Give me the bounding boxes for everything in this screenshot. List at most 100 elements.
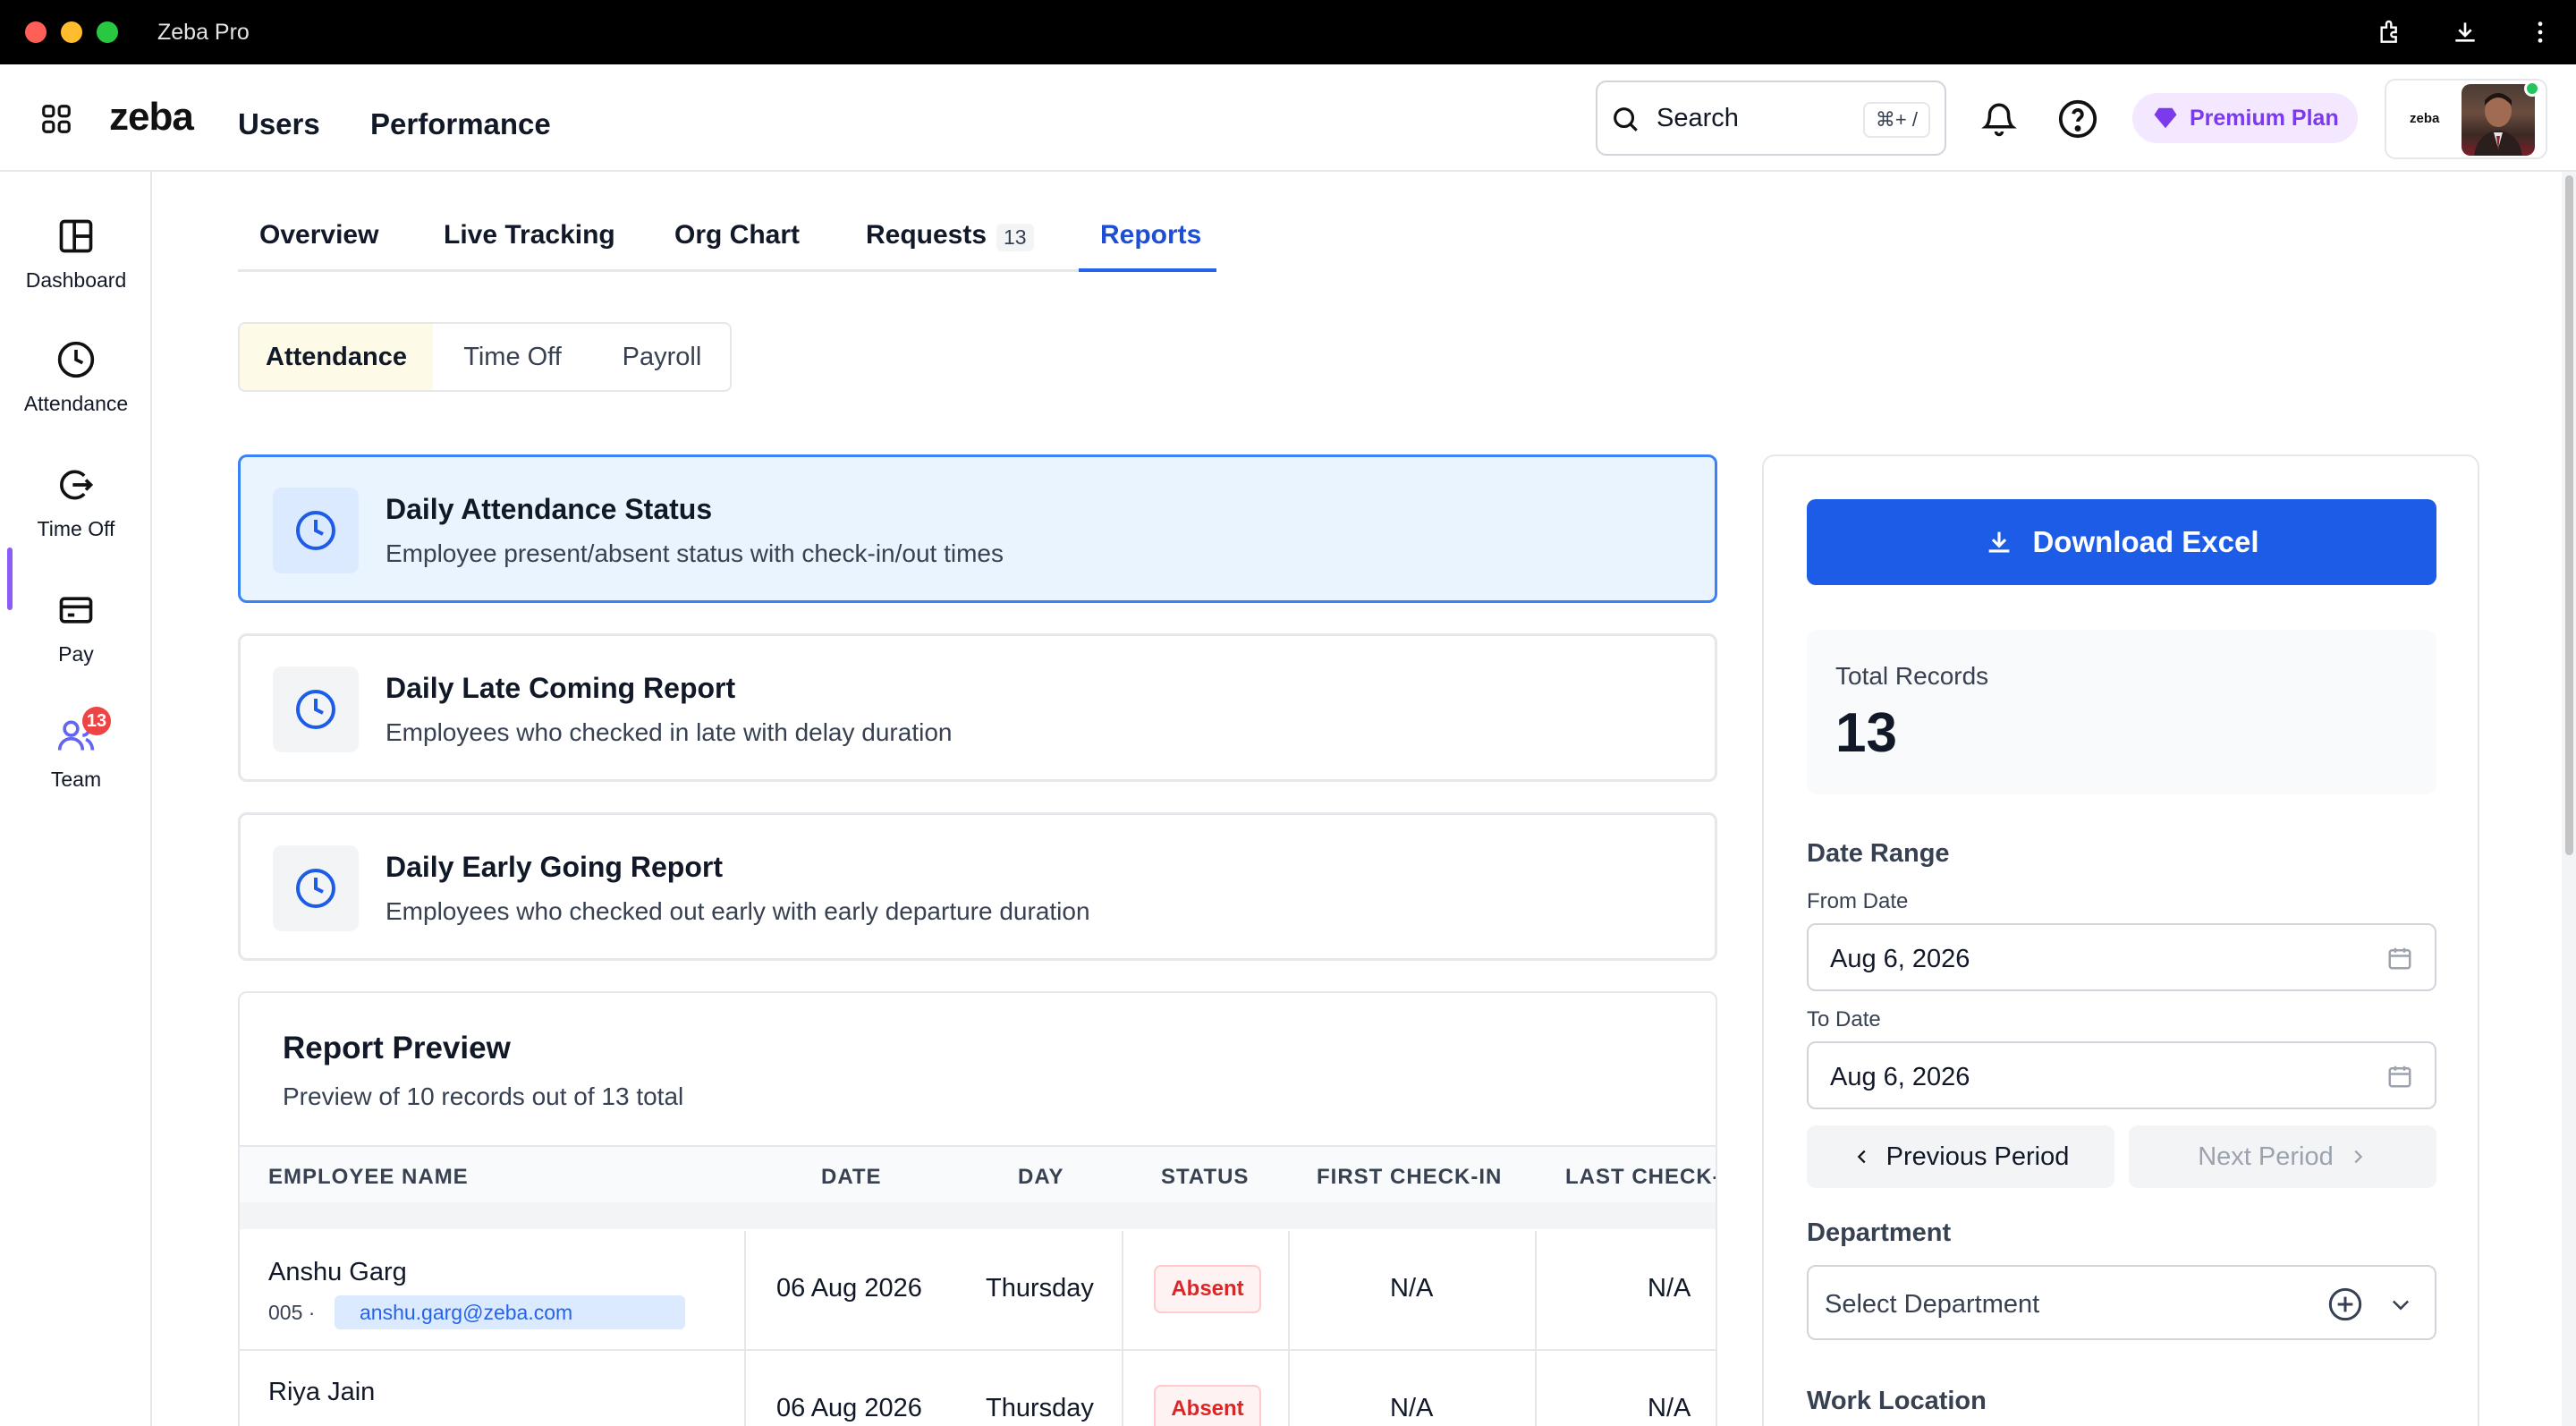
report-card-daily-late-coming[interactable]: Daily Late Coming Report Employees who c… (238, 633, 1717, 782)
column-divider (1535, 1231, 1537, 1351)
search-input[interactable]: Search ⌘+ / (1596, 81, 1946, 156)
premium-plan-button[interactable]: Premium Plan (2132, 93, 2358, 143)
tab-org-chart[interactable]: Org Chart (674, 220, 800, 250)
online-status-indicator (2524, 81, 2540, 97)
tab-requests[interactable]: Requests (866, 220, 987, 250)
download-icon (1989, 531, 2010, 553)
download-excel-button[interactable]: Download Excel (1807, 499, 2436, 585)
sidebar-item-team[interactable]: 13 Team (0, 707, 152, 823)
column-divider (1288, 1231, 1290, 1351)
subtab-time-off[interactable]: Time Off (433, 324, 592, 390)
tab-live-tracking[interactable]: Live Tracking (444, 220, 615, 250)
status-badge: Absent (1154, 1385, 1261, 1426)
previous-period-button[interactable]: Previous Period (1807, 1125, 2114, 1188)
chevron-down-icon[interactable] (2388, 1292, 2413, 1317)
requests-count-badge: 13 (996, 224, 1034, 251)
cell-last-check-out: N/A (1648, 1274, 1691, 1303)
table-row[interactable]: Riya Jain 06 Aug 2026 Thursday Absent N/… (240, 1351, 1716, 1426)
from-date-field[interactable]: Aug 6, 2026 (1807, 923, 2436, 991)
report-title: Daily Late Coming Report (386, 672, 736, 704)
column-header-date[interactable]: DATE (821, 1165, 882, 1190)
total-records-value: 13 (1835, 702, 1897, 764)
tab-reports[interactable]: Reports (1100, 220, 1201, 250)
nav-users[interactable]: Users (238, 107, 320, 141)
column-header-employee-name[interactable]: EMPLOYEE NAME (268, 1165, 469, 1190)
avatar (2462, 84, 2535, 156)
chevron-right-icon (2354, 1150, 2363, 1164)
notification-bell-icon[interactable] (1980, 100, 2018, 138)
report-icon-container (273, 488, 359, 573)
extension-icon[interactable] (2376, 18, 2404, 47)
nav-performance[interactable]: Performance (370, 107, 551, 141)
window-titlebar: Zeba Pro (0, 0, 2576, 64)
report-card-daily-attendance-status[interactable]: Daily Attendance Status Employee present… (238, 454, 1717, 603)
report-description: Employees who checked in late with delay… (386, 718, 953, 746)
cell-first-check-in: N/A (1390, 1274, 1434, 1303)
cell-last-check-out: N/A (1648, 1394, 1691, 1422)
department-placeholder: Select Department (1825, 1290, 2040, 1319)
minimize-window-button[interactable] (61, 21, 82, 43)
clock-icon (296, 869, 335, 908)
apps-grid-icon[interactable] (39, 102, 73, 136)
sidebar-item-dashboard[interactable]: Dashboard (0, 216, 152, 324)
sidebar-item-label: Dashboard (25, 268, 127, 292)
table-row[interactable]: Anshu Garg 005 · anshu.garg@zeba.com 06 … (240, 1231, 1716, 1351)
window-title: Zeba Pro (157, 19, 250, 45)
zeba-logo[interactable]: zeba (109, 95, 194, 140)
column-header-day[interactable]: DAY (1018, 1165, 1063, 1190)
date-range-label: Date Range (1807, 839, 1950, 868)
page-scrollbar-thumb[interactable] (2565, 175, 2573, 855)
more-vertical-icon[interactable] (2526, 18, 2555, 47)
download-icon[interactable] (2451, 18, 2479, 47)
column-header-last-check-out[interactable]: LAST CHECK- (1565, 1165, 1716, 1190)
sidebar-item-attendance[interactable]: Attendance (0, 340, 152, 447)
subtab-attendance[interactable]: Attendance (240, 324, 433, 390)
table-header: EMPLOYEE NAME DATE DAY STATUS FIRST CHEC… (240, 1145, 1716, 1202)
calendar-icon (2388, 947, 2411, 970)
total-records-label: Total Records (1835, 662, 1989, 690)
team-notification-badge: 13 (82, 707, 111, 735)
to-date-field[interactable]: Aug 6, 2026 (1807, 1041, 2436, 1109)
add-circle-icon[interactable] (2327, 1286, 2363, 1322)
download-excel-label: Download Excel (2032, 525, 2259, 558)
column-header-first-check-in[interactable]: FIRST CHECK-IN (1317, 1165, 1502, 1190)
report-category-tabs: Attendance Time Off Payroll (238, 322, 732, 392)
chevron-left-icon (1857, 1150, 1866, 1164)
org-logo: zeba (2410, 111, 2440, 126)
sidebar-item-label: Time Off (37, 517, 115, 540)
preview-subtitle: Preview of 10 records out of 13 total (283, 1082, 684, 1110)
preview-title: Report Preview (283, 1031, 511, 1065)
search-shortcut: ⌘+ / (1862, 102, 1930, 138)
report-description: Employees who checked out early with ear… (386, 897, 1090, 925)
close-window-button[interactable] (25, 21, 47, 43)
from-date-label: From Date (1807, 889, 1909, 913)
wallet-icon (59, 597, 93, 624)
help-icon[interactable] (2057, 98, 2098, 140)
maximize-window-button[interactable] (97, 21, 118, 43)
sidebar-item-pay[interactable]: Pay (0, 590, 152, 698)
employee-email[interactable]: anshu.garg@zeba.com (335, 1295, 685, 1329)
status-badge: Absent (1154, 1265, 1261, 1313)
column-divider (744, 1351, 746, 1426)
clock-icon (57, 341, 95, 378)
employee-id: 005 · (268, 1301, 316, 1324)
from-date-value: Aug 6, 2026 (1830, 945, 1970, 973)
next-period-button[interactable]: Next Period (2129, 1125, 2436, 1188)
employee-name: Riya Jain (268, 1378, 376, 1406)
to-date-value: Aug 6, 2026 (1830, 1063, 1970, 1091)
total-records-card: Total Records 13 (1807, 630, 2436, 794)
window-controls (25, 21, 118, 43)
clock-icon (296, 511, 335, 550)
report-card-daily-early-going[interactable]: Daily Early Going Report Employees who c… (238, 812, 1717, 961)
tab-overview[interactable]: Overview (259, 220, 378, 250)
subtab-payroll[interactable]: Payroll (592, 324, 730, 390)
report-options-panel: Download Excel Total Records 13 Date Ran… (1762, 454, 2479, 1426)
column-divider (1122, 1231, 1123, 1351)
department-select[interactable]: Select Department (1807, 1265, 2436, 1340)
report-description: Employee present/absent status with chec… (386, 539, 1004, 567)
report-title: Daily Attendance Status (386, 493, 713, 525)
profile-menu[interactable]: zeba (2385, 79, 2547, 159)
column-header-status[interactable]: STATUS (1161, 1165, 1249, 1190)
previous-period-label: Previous Period (1885, 1142, 2070, 1171)
sidebar-item-time-off[interactable]: Time Off (0, 465, 152, 573)
